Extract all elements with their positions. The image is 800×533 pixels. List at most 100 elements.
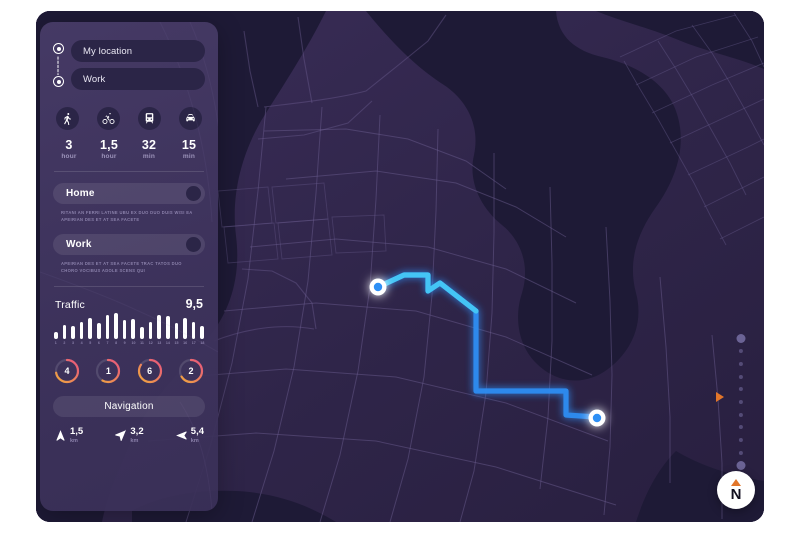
compass-button[interactable]: N [717, 471, 755, 509]
traffic-bar [174, 323, 179, 339]
traffic-bar [71, 326, 75, 339]
direction-straight-value: 1,5 [70, 425, 84, 437]
traffic-bar [62, 324, 67, 339]
route-end-marker [588, 409, 606, 427]
route-markers [52, 43, 66, 87]
work-label: Work [66, 239, 92, 251]
route-input-group: My location Work [40, 40, 218, 90]
stats-ring[interactable]: 2 [178, 358, 204, 384]
traffic-bar [97, 323, 101, 339]
destination-marker-icon [53, 76, 64, 87]
home-description: RITANI AN FERRI LATINE UBU EX DUO DUO DU… [61, 210, 193, 223]
traffic-bar-label: 4 [80, 340, 83, 345]
traffic-bar-label: 18 [200, 340, 205, 345]
traffic-label: Traffic [55, 298, 85, 311]
orange-triangle-marker[interactable] [716, 392, 724, 402]
traffic-value: 9,5 [185, 296, 203, 311]
stats-ring-value: 1 [105, 365, 111, 376]
time-walk: 3 hour [54, 138, 84, 160]
home-toggle-knob[interactable] [186, 186, 201, 201]
route-panel: My location Work 3 hour 1,5 hour 32 min … [40, 22, 218, 511]
traffic-bar [114, 313, 118, 339]
origin-marker-icon [53, 43, 64, 54]
zoom-slider-dot[interactable] [738, 450, 744, 455]
time-transit: 32 min [134, 138, 164, 160]
traffic-bar [140, 327, 144, 339]
mode-walk-button[interactable] [56, 107, 79, 130]
time-bicycle-unit: hour [101, 153, 117, 160]
traffic-header: Traffic 9,5 [40, 287, 218, 311]
traffic-bar-label: 14 [165, 340, 170, 345]
traffic-bar [200, 326, 204, 339]
traffic-bar [165, 316, 170, 339]
walk-icon [64, 113, 71, 125]
zoom-slider-dot[interactable] [738, 374, 744, 379]
home-label: Home [66, 188, 95, 199]
direction-straight[interactable]: 1,5 km [54, 425, 84, 444]
saved-place-work: Work APEIRIAN DES ET AT SEA FACETE TRAC … [40, 223, 218, 274]
traffic-bar-label: 5 [89, 340, 92, 345]
direction-left-unit: km [190, 438, 199, 445]
traffic-bar-label: 16 [183, 340, 188, 345]
stats-ring[interactable]: 1 [95, 358, 121, 384]
work-toggle-knob[interactable] [186, 237, 201, 253]
traffic-bar-label: 8 [115, 340, 118, 345]
time-bicycle-value: 1,5 [100, 138, 118, 152]
zoom-slider-dot[interactable] [738, 387, 744, 392]
traffic-bar [88, 317, 93, 339]
zoom-slider-dot[interactable] [738, 349, 744, 354]
zoom-slider-dot[interactable] [736, 334, 746, 343]
stats-ring-group: 4 1 6 2 [40, 345, 218, 384]
zoom-slider-dot[interactable] [738, 425, 744, 430]
traffic-bar-chart [40, 311, 218, 339]
traffic-bar [122, 320, 127, 339]
origin-input[interactable]: My location [71, 40, 205, 62]
saved-place-home: Home RITANI AN FERRI LATINE UBU EX DUO D… [40, 172, 218, 223]
time-transit-value: 32 [141, 138, 157, 152]
map-zoom-slider[interactable] [716, 334, 748, 470]
stats-ring-value: 6 [147, 365, 153, 376]
direction-left-value: 5,4 [190, 425, 204, 437]
destination-input[interactable]: Work [71, 68, 205, 90]
stats-ring[interactable]: 4 [54, 358, 80, 384]
traffic-bar-label: 7 [106, 340, 109, 345]
traffic-bar-label: 15 [174, 340, 179, 345]
traffic-bar-label: 10 [131, 340, 136, 345]
traffic-bar [105, 314, 110, 339]
navigation-button[interactable]: Navigation [53, 395, 205, 417]
zoom-slider-dot[interactable] [738, 438, 744, 443]
mode-bicycle-button[interactable] [97, 107, 120, 130]
home-button[interactable]: Home [53, 183, 205, 204]
zoom-slider-dot[interactable] [738, 361, 744, 366]
time-walk-value: 3 [65, 138, 73, 152]
direction-right[interactable]: 3,2 km [114, 427, 144, 444]
traffic-bar [148, 321, 153, 339]
car-icon [186, 114, 195, 122]
stats-ring-value: 2 [188, 365, 194, 376]
mode-transit-button[interactable] [138, 107, 161, 130]
time-bicycle: 1,5 hour [94, 138, 124, 160]
stats-ring-value: 4 [64, 365, 70, 376]
traffic-bar [79, 321, 84, 339]
nav-directions: 1,5 km 3,2 km 5,4 km [40, 417, 218, 445]
route-dotted-line [57, 56, 60, 75]
time-walk-unit: hour [61, 153, 77, 160]
direction-left[interactable]: 5,4 km [175, 425, 204, 445]
zoom-slider-dot[interactable] [736, 461, 746, 470]
mode-car-button[interactable] [179, 107, 202, 130]
zoom-slider-dot[interactable] [738, 399, 744, 405]
work-description: APEIRIAN DES ET AT SEA FACETE TRAC TATOS… [61, 261, 182, 274]
traffic-bar [183, 317, 187, 339]
tram-icon [145, 113, 154, 124]
app-frame: My location Work 3 hour 1,5 hour 32 min … [36, 11, 764, 522]
time-car-unit: min [182, 153, 196, 160]
zoom-slider-dot[interactable] [738, 412, 744, 417]
route-start-marker [369, 278, 387, 296]
traffic-bar-label: 13 [157, 340, 162, 345]
traffic-bar-label: 11 [140, 340, 144, 345]
traffic-bar [54, 331, 58, 339]
time-transit-unit: min [142, 153, 156, 160]
work-button[interactable]: Work [53, 234, 205, 256]
stats-ring[interactable]: 6 [137, 358, 163, 384]
traffic-bar-label: 9 [123, 340, 126, 345]
